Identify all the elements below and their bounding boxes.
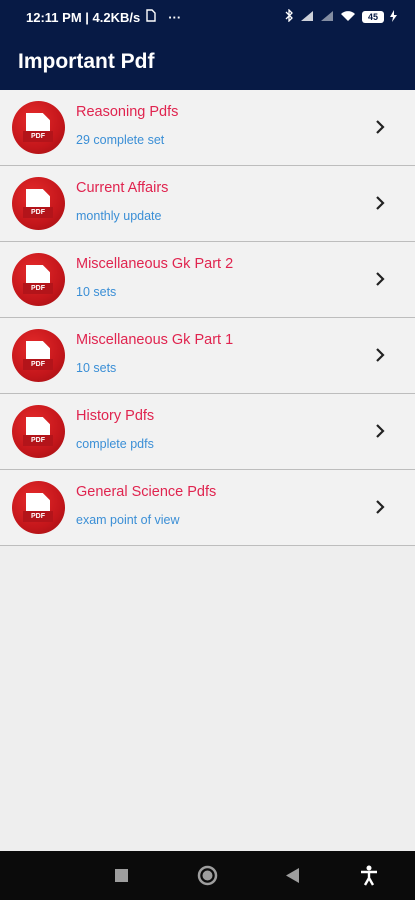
- status-time-speed: 12:11 PM | 4.2KB/s: [26, 9, 141, 25]
- list-item[interactable]: PDF Miscellaneous Gk Part 2 10 sets: [0, 242, 415, 318]
- pdf-tag: PDF: [23, 435, 53, 446]
- sim-card-icon: [146, 9, 156, 25]
- list-item[interactable]: PDF Current Affairs monthly update: [0, 166, 415, 242]
- list-item[interactable]: PDF Miscellaneous Gk Part 1 10 sets: [0, 318, 415, 394]
- pdf-tag: PDF: [23, 131, 53, 142]
- triangle-back-icon[interactable]: [285, 867, 300, 884]
- chevron-right-icon[interactable]: [370, 117, 390, 137]
- list-item[interactable]: PDF Reasoning Pdfs 29 complete set: [0, 90, 415, 166]
- item-title: Current Affairs: [76, 180, 169, 196]
- battery-icon: 45: [362, 11, 384, 23]
- pdf-tag: PDF: [23, 283, 53, 294]
- list-item[interactable]: PDF History Pdfs complete pdfs: [0, 394, 415, 470]
- charging-icon: [390, 9, 397, 25]
- signal-icon-2: [320, 10, 334, 25]
- status-bar: 12:11 PM | 4.2KB/s ··· 45: [0, 0, 415, 34]
- bluetooth-icon: [285, 8, 294, 25]
- chevron-right-icon[interactable]: [370, 269, 390, 289]
- item-title: Miscellaneous Gk Part 1: [76, 332, 234, 348]
- notification-dots: ···: [168, 9, 182, 25]
- status-right: 45: [285, 8, 397, 25]
- system-nav-bar: [0, 851, 415, 900]
- status-left: 12:11 PM | 4.2KB/s ···: [26, 9, 181, 25]
- chevron-right-icon[interactable]: [370, 421, 390, 441]
- item-title: General Science Pdfs: [76, 484, 217, 500]
- pdf-logo-icon: PDF: [12, 177, 65, 230]
- item-subtitle: exam point of view: [76, 513, 180, 527]
- pdf-logo-icon: PDF: [12, 253, 65, 306]
- page-title: Important Pdf: [18, 50, 155, 73]
- item-subtitle: 10 sets: [76, 361, 117, 375]
- item-subtitle: 29 complete set: [76, 133, 165, 147]
- item-subtitle: complete pdfs: [76, 437, 154, 451]
- item-title: History Pdfs: [76, 408, 155, 424]
- wifi-icon: [340, 10, 356, 25]
- square-recents-icon[interactable]: [114, 868, 129, 883]
- pdf-tag: PDF: [23, 511, 53, 522]
- pdf-logo-icon: PDF: [12, 405, 65, 458]
- circle-home-icon[interactable]: [197, 865, 218, 886]
- pdf-logo-icon: PDF: [12, 481, 65, 534]
- item-title: Miscellaneous Gk Part 2: [76, 256, 234, 272]
- accessibility-icon[interactable]: [360, 865, 378, 886]
- chevron-right-icon[interactable]: [370, 345, 390, 365]
- app-bar: Important Pdf: [0, 34, 415, 90]
- chevron-right-icon[interactable]: [370, 497, 390, 517]
- chevron-right-icon[interactable]: [370, 193, 390, 213]
- pdf-logo-icon: PDF: [12, 101, 65, 154]
- signal-icon: [300, 10, 314, 25]
- pdf-category-list: PDF Reasoning Pdfs 29 complete set PDF C…: [0, 90, 415, 546]
- list-item[interactable]: PDF General Science Pdfs exam point of v…: [0, 470, 415, 546]
- pdf-tag: PDF: [23, 359, 53, 370]
- item-subtitle: 10 sets: [76, 285, 117, 299]
- pdf-logo-icon: PDF: [12, 329, 65, 382]
- item-subtitle: monthly update: [76, 209, 162, 223]
- item-title: Reasoning Pdfs: [76, 104, 179, 120]
- pdf-tag: PDF: [23, 207, 53, 218]
